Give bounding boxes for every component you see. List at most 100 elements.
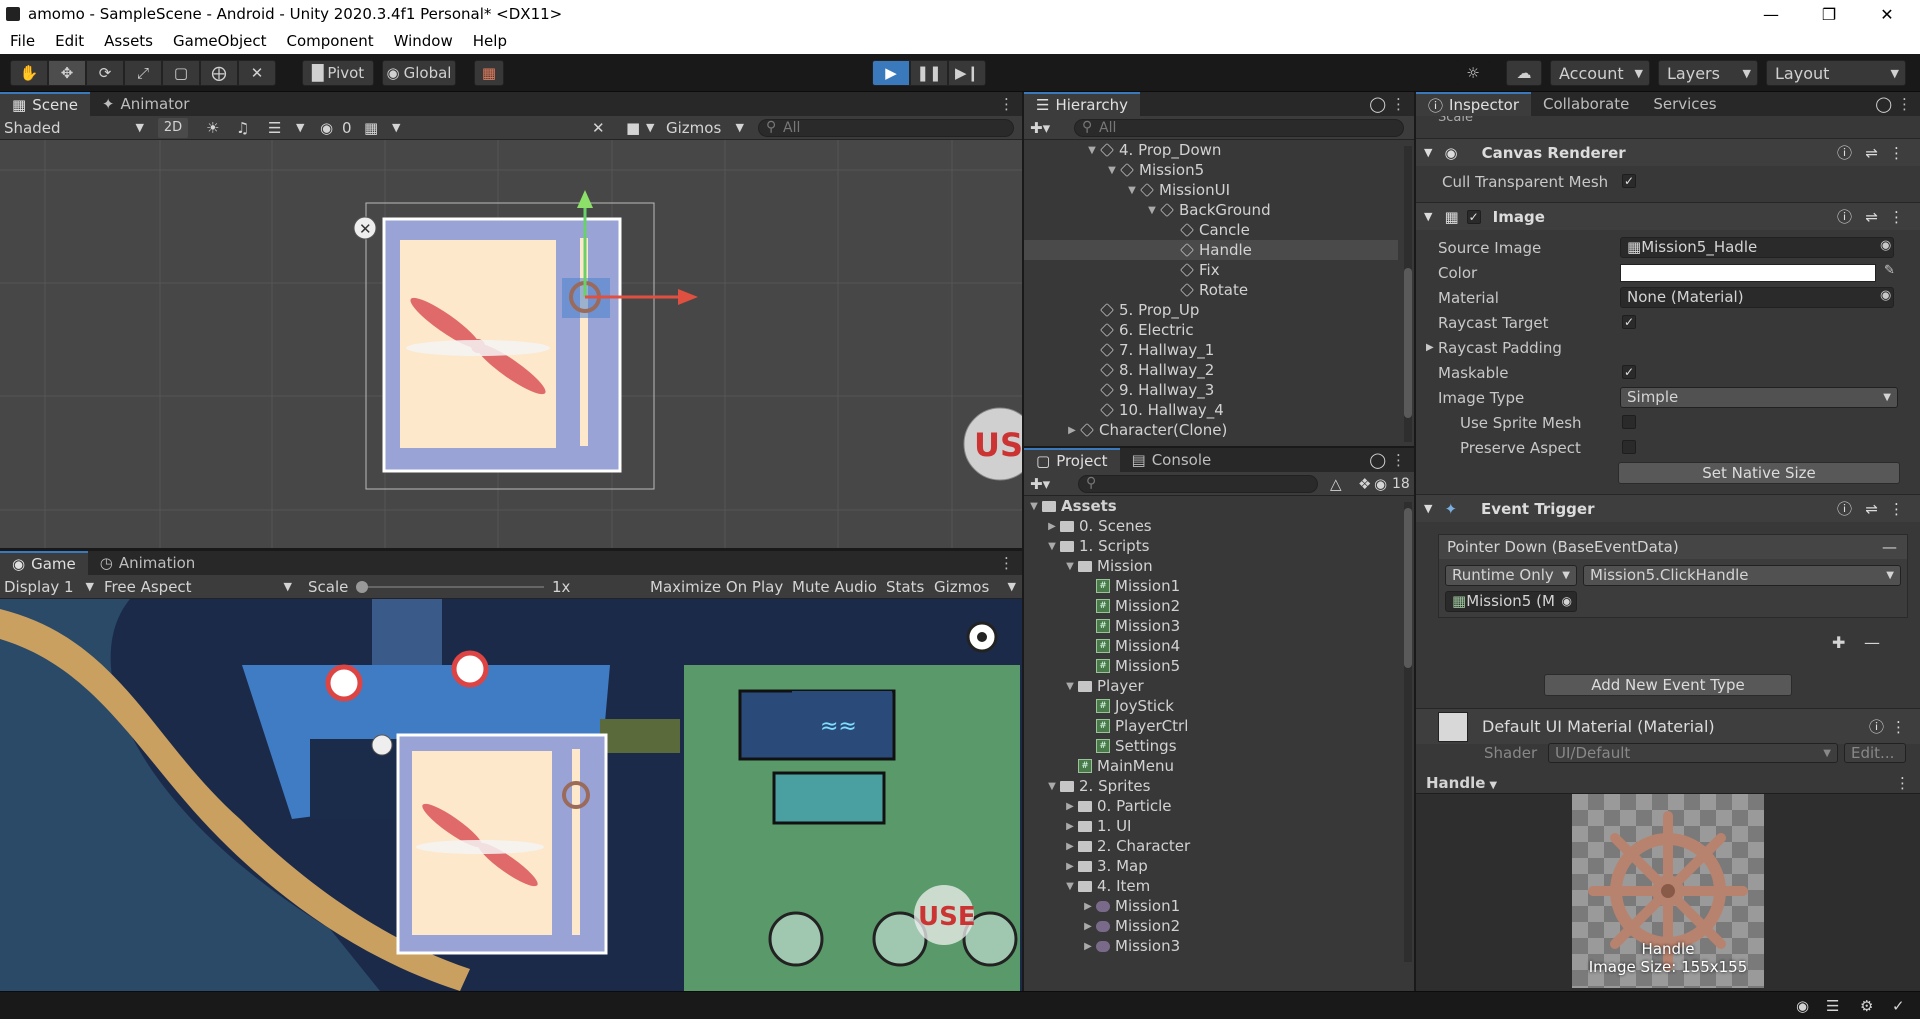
step-button[interactable]: ▶❙ [948,60,986,86]
tab-animation[interactable]: ◷ Animation [88,551,208,575]
shader-dropdown[interactable]: UI/Default ▼ [1548,743,1838,763]
lock-icon[interactable]: ◯ [1369,95,1386,113]
hidden-eye-icon[interactable]: ◉ [1374,475,1387,493]
kebab-icon[interactable]: ⋮ [1889,144,1904,162]
cache-icon[interactable]: ◉ [1796,997,1809,1015]
hierarchy-item[interactable]: ▶ Character(Clone) [1024,420,1398,440]
play-button[interactable]: ▶ [872,60,910,86]
panel-menu-icon[interactable]: ⋮ [999,95,1014,113]
event-trigger-header[interactable]: ▼ ✦ Event Trigger ⓘ ⇌ ⋮ [1416,494,1920,522]
tools-icon[interactable]: ✕ [592,119,605,137]
expand-arrow-icon[interactable]: ▼ [1086,145,1098,156]
hierarchy-item[interactable]: Fix [1024,260,1398,280]
kebab-icon[interactable]: ⋮ [1891,718,1906,736]
tab-animator[interactable]: ✦ Animator [90,92,202,116]
help-icon[interactable]: ⓘ [1837,142,1852,163]
expand-arrow-icon[interactable]: ▼ [1046,541,1058,552]
tab-services[interactable]: Services [1641,92,1728,116]
collapse-arrow-icon[interactable]: ▶ [1082,941,1094,952]
material-header[interactable]: Default UI Material (Material) ⓘ ⋮ [1416,708,1920,744]
remove-entry-icon[interactable]: — [1882,535,1897,559]
stats-toggle[interactable]: Stats [886,578,924,596]
collapse-arrow-icon[interactable]: ▶ [1046,521,1058,532]
set-native-size-button[interactable]: Set Native Size [1618,462,1900,484]
layout-dropdown[interactable]: Layout ▼ [1766,60,1906,86]
hierarchy-search-input[interactable]: ⚲ All [1074,119,1404,137]
preview-header[interactable]: Handle ▼ ⋮ [1416,772,1920,794]
progress-icon[interactable]: ☰ [1826,997,1839,1015]
project-item[interactable]: ▶ 1. UI [1024,816,1398,836]
project-item[interactable]: # Mission5 [1024,656,1398,676]
add-new-event-type-button[interactable]: Add New Event Type [1544,674,1792,696]
shading-dropdown[interactable]: Shaded ▼ [4,117,148,139]
project-item[interactable]: ▶ 2. Character [1024,836,1398,856]
project-item[interactable]: # MainMenu [1024,756,1398,776]
move-tool-icon[interactable]: ✥ [48,60,86,86]
tab-inspector[interactable]: ⓘ Inspector [1416,92,1531,116]
mute-audio-toggle[interactable]: Mute Audio [792,578,877,596]
project-item[interactable]: # Mission3 [1024,616,1398,636]
custom-tool-icon[interactable]: ✕ [238,60,276,86]
menu-window[interactable]: Window [394,32,453,50]
menu-help[interactable]: Help [473,32,507,50]
snap-grid-button[interactable]: ▦ [474,60,504,86]
kebab-icon[interactable]: ⋮ [1889,208,1904,226]
project-item[interactable]: # Mission1 [1024,576,1398,596]
game-gizmos-dropdown[interactable]: Gizmos ▼ [934,576,1018,598]
project-item[interactable]: # Mission4 [1024,636,1398,656]
collapse-arrow-icon[interactable]: ▶ [1082,901,1094,912]
project-scroll-thumb[interactable] [1404,508,1412,668]
tab-project[interactable]: ▢ Project [1024,448,1120,472]
color-swatch[interactable] [1620,264,1876,282]
hand-tool-icon[interactable]: ✋ [10,60,48,86]
project-item[interactable]: ▶ 0. Scenes [1024,516,1398,536]
menu-gameobject[interactable]: GameObject [173,32,267,50]
expand-arrow-icon[interactable]: ▼ [1064,881,1076,892]
canvas-renderer-header[interactable]: ▼ ◉ Canvas Renderer ⓘ ⇌ ⋮ [1416,138,1920,166]
collapse-arrow-icon[interactable]: ▶ [1082,921,1094,932]
expand-arrow-icon[interactable]: ▼ [1126,185,1138,196]
add-icon[interactable]: ✚▾ [1030,475,1050,493]
foldout-icon[interactable]: ▼ [1424,210,1432,223]
cloud-button[interactable]: ☁ [1506,60,1542,86]
help-icon[interactable]: ⓘ [1837,498,1852,519]
foldout-icon[interactable]: ▼ [1424,502,1432,515]
gizmos-dropdown[interactable]: Gizmos ▼ [660,118,748,138]
material-field[interactable]: None (Material) [1620,287,1894,308]
image-type-dropdown[interactable]: Simple ▼ [1620,387,1898,408]
image-enabled-checkbox[interactable]: ✓ [1466,209,1481,224]
kebab-icon[interactable]: ⋮ [1889,500,1904,518]
hierarchy-item[interactable]: 6. Electric [1024,320,1398,340]
scale-slider-track[interactable] [360,586,544,588]
lock-icon[interactable]: ◯ [1875,95,1892,113]
account-dropdown[interactable]: Account ▼ [1550,60,1650,86]
object-picker-icon[interactable]: ◉ [1880,238,1891,253]
hierarchy-item[interactable]: 9. Hallway_3 [1024,380,1398,400]
hierarchy-item[interactable]: 8. Hallway_2 [1024,360,1398,380]
panel-menu-icon[interactable]: ⋮ [1391,95,1406,113]
filter-type-icon[interactable]: △ [1330,475,1342,493]
tab-collaborate[interactable]: Collaborate [1531,92,1641,116]
expand-arrow-icon[interactable]: ▼ [1046,781,1058,792]
2d-toggle[interactable]: 2D [158,117,188,138]
tab-scene[interactable]: ▦ Scene [0,92,90,116]
expand-arrow-icon[interactable]: ▼ [1028,501,1040,512]
function-dropdown[interactable]: Mission5.ClickHandle ▼ [1583,565,1901,586]
project-item[interactable]: ▶ 3. Map [1024,856,1398,876]
chevron-down-icon[interactable]: ▼ [392,121,400,134]
source-image-field[interactable]: ▦Mission5_Hadle [1620,237,1894,258]
foldout-closed-icon[interactable]: ▶ [1426,342,1434,353]
menu-assets[interactable]: Assets [104,32,153,50]
project-item[interactable]: ▼ Assets [1024,496,1398,516]
object-picker-icon[interactable]: ◉ [1880,288,1891,303]
hierarchy-item[interactable]: ▼ 4. Prop_Down [1024,140,1398,160]
hierarchy-item[interactable]: 10. Hallway_4 [1024,400,1398,420]
audio-icon[interactable]: ♫ [236,119,249,137]
kebab-icon[interactable]: ⋮ [1895,772,1910,794]
display-dropdown[interactable]: Display 1 ▼ [4,576,98,598]
status-check-icon[interactable]: ✓ [1892,997,1905,1015]
hierarchy-item[interactable]: 7. Hallway_1 [1024,340,1398,360]
pause-button[interactable]: ❚❚ [910,60,948,86]
project-item[interactable]: ▶ Mission2 [1024,916,1398,936]
runtime-only-dropdown[interactable]: Runtime Only ▼ [1445,565,1577,586]
